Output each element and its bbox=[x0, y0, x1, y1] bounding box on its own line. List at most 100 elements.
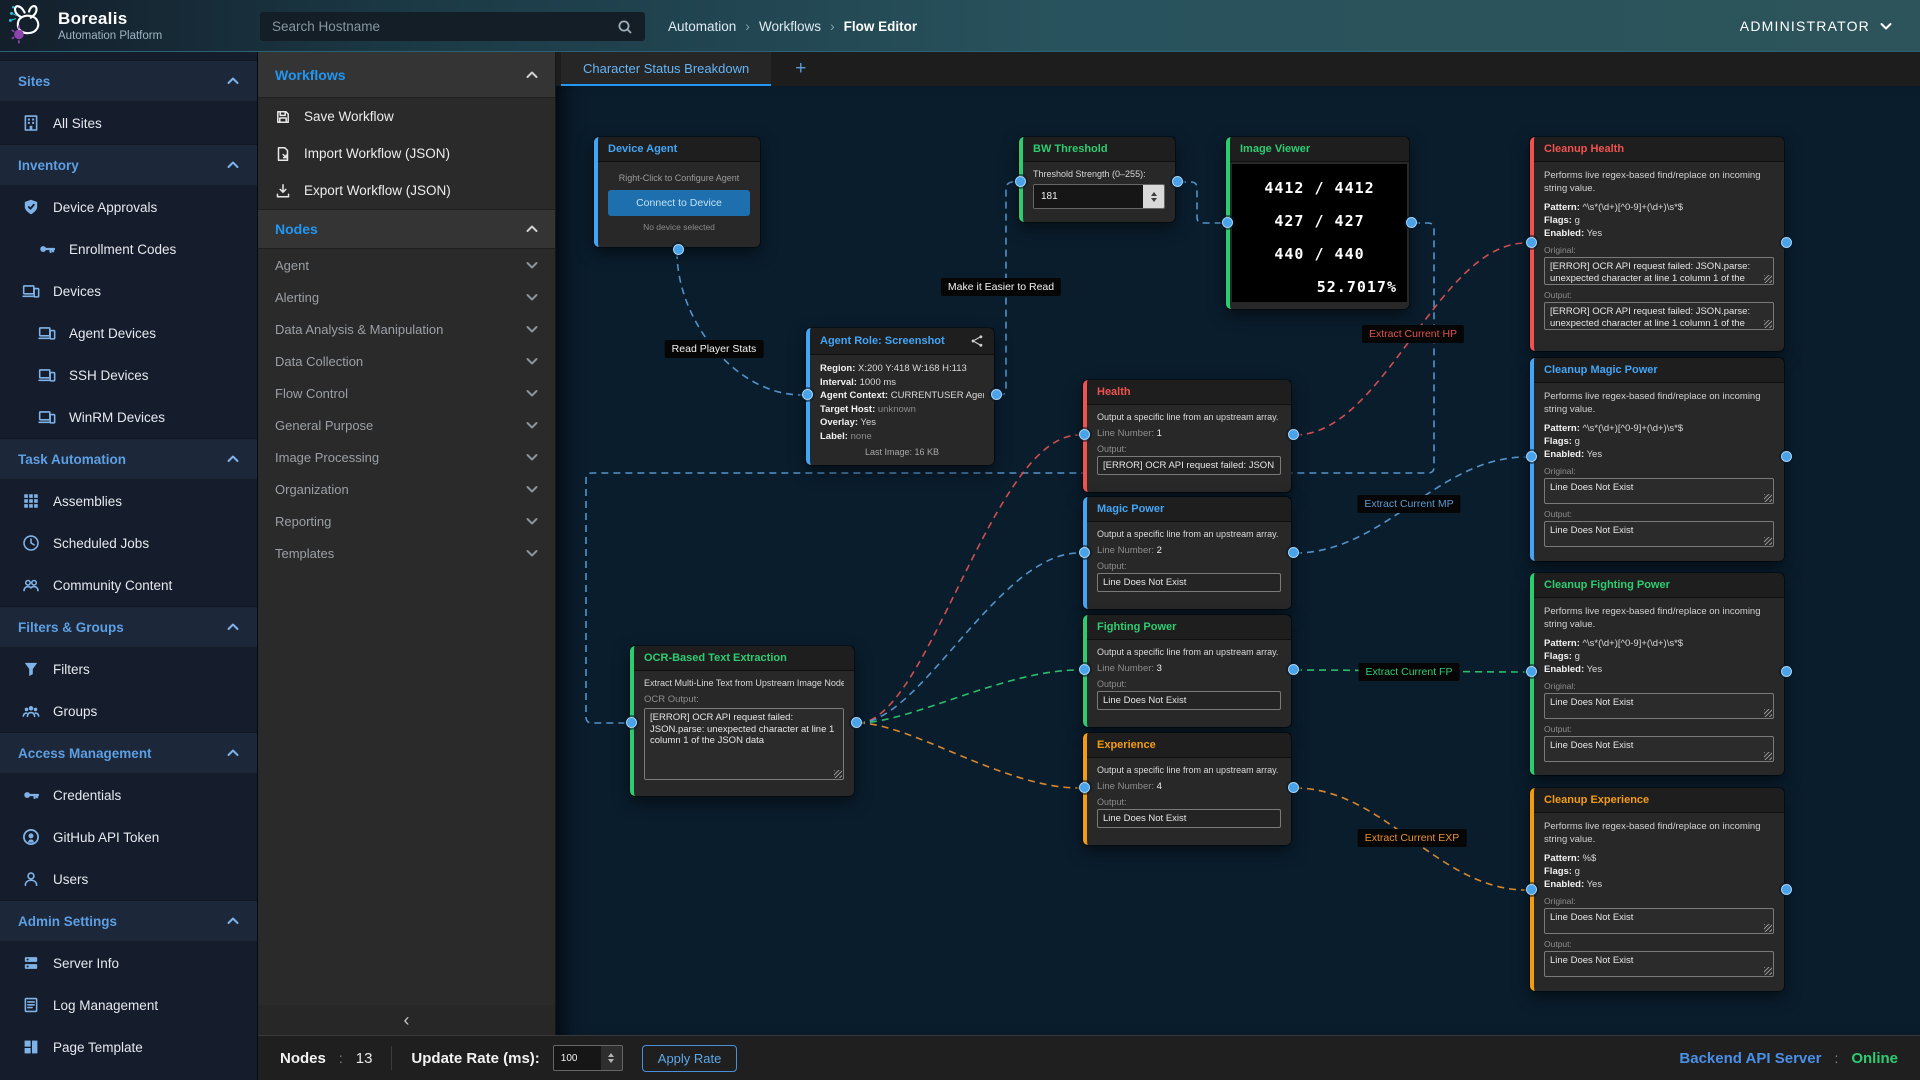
apply-rate-button[interactable]: Apply Rate bbox=[642, 1045, 738, 1072]
output-port[interactable] bbox=[1781, 237, 1792, 248]
output-port[interactable] bbox=[673, 244, 684, 255]
sidebar-item-assemblies[interactable]: Assemblies bbox=[0, 480, 257, 522]
sidebar-item-users[interactable]: Users bbox=[0, 858, 257, 900]
sidebar-section-task-automation[interactable]: Task Automation bbox=[0, 438, 257, 480]
sidebar-item-devices[interactable]: Devices bbox=[0, 270, 257, 312]
collapse-panel-button[interactable]: ‹ bbox=[258, 1005, 555, 1035]
ocr-output-field[interactable]: [ERROR] OCR API request failed: JSON.par… bbox=[644, 708, 844, 780]
sidebar-item-log-management[interactable]: Log Management bbox=[0, 984, 257, 1026]
input-port[interactable] bbox=[1526, 451, 1537, 462]
input-port[interactable] bbox=[1526, 666, 1537, 677]
output-field[interactable]: Line Does Not Exist bbox=[1544, 736, 1774, 762]
node-category-organization[interactable]: Organization bbox=[258, 473, 555, 505]
output-field[interactable] bbox=[1097, 456, 1281, 475]
node-category-data-collection[interactable]: Data Collection bbox=[258, 345, 555, 377]
sidebar-item-scheduled-jobs[interactable]: Scheduled Jobs bbox=[0, 522, 257, 564]
breadcrumb-workflows[interactable]: Workflows bbox=[759, 19, 821, 34]
update-rate-field[interactable] bbox=[554, 1046, 601, 1070]
output-port[interactable] bbox=[1781, 884, 1792, 895]
output-field[interactable]: Line Does Not Exist bbox=[1544, 521, 1774, 547]
node-cleanup-magic-power[interactable]: Cleanup Magic Power Performs live regex-… bbox=[1530, 358, 1784, 561]
output-port[interactable] bbox=[1288, 782, 1299, 793]
output-port[interactable] bbox=[1781, 666, 1792, 677]
export-workflow-button[interactable]: Export Workflow (JSON) bbox=[258, 172, 555, 209]
node-category-image-processing[interactable]: Image Processing bbox=[258, 441, 555, 473]
node-category-agent[interactable]: Agent bbox=[258, 249, 555, 281]
sidebar-item-github-api-token[interactable]: GitHub API Token bbox=[0, 816, 257, 858]
save-workflow-button[interactable]: Save Workflow bbox=[258, 98, 555, 135]
output-field[interactable] bbox=[1097, 691, 1281, 710]
update-rate-input[interactable] bbox=[553, 1045, 623, 1071]
sidebar-section-sites[interactable]: Sites bbox=[0, 60, 257, 102]
node-category-flow-control[interactable]: Flow Control bbox=[258, 377, 555, 409]
connect-to-device-button[interactable]: Connect to Device bbox=[608, 190, 750, 216]
sidebar-item-device-approvals[interactable]: Device Approvals bbox=[0, 186, 257, 228]
node-image-viewer[interactable]: Image Viewer 4412 / 4412 427 / 427 440 /… bbox=[1226, 137, 1409, 309]
node-cleanup-experience[interactable]: Cleanup Experience Performs live regex-b… bbox=[1530, 788, 1784, 991]
sidebar-item-ssh-devices[interactable]: SSH Devices bbox=[0, 354, 257, 396]
original-field[interactable]: Line Does Not Exist bbox=[1544, 478, 1774, 504]
output-port[interactable] bbox=[1781, 451, 1792, 462]
node-device-agent[interactable]: Device Agent Right-Click to Configure Ag… bbox=[594, 137, 760, 247]
input-port[interactable] bbox=[1015, 176, 1026, 187]
threshold-value-field[interactable] bbox=[1034, 185, 1143, 208]
output-port[interactable] bbox=[1288, 664, 1299, 675]
nodes-header[interactable]: Nodes bbox=[258, 209, 555, 249]
output-port[interactable] bbox=[1288, 429, 1299, 440]
brand[interactable]: Borealis Automation Platform bbox=[0, 2, 258, 49]
input-port[interactable] bbox=[802, 389, 813, 400]
node-fighting-power[interactable]: Fighting Power Output a specific line fr… bbox=[1083, 615, 1291, 727]
input-port[interactable] bbox=[1079, 664, 1090, 675]
node-category-templates[interactable]: Templates bbox=[258, 537, 555, 569]
sidebar-item-community-content[interactable]: Community Content bbox=[0, 564, 257, 606]
node-category-data-analysis[interactable]: Data Analysis & Manipulation bbox=[258, 313, 555, 345]
node-category-reporting[interactable]: Reporting bbox=[258, 505, 555, 537]
breadcrumb-automation[interactable]: Automation bbox=[668, 19, 736, 34]
user-menu[interactable]: ADMINISTRATOR bbox=[1740, 0, 1892, 52]
output-field[interactable] bbox=[1097, 573, 1281, 592]
sidebar-section-filters-groups[interactable]: Filters & Groups bbox=[0, 606, 257, 648]
original-field[interactable]: Line Does Not Exist bbox=[1544, 908, 1774, 934]
workflows-header[interactable]: Workflows bbox=[258, 52, 555, 98]
sidebar-item-all-sites[interactable]: All Sites bbox=[0, 102, 257, 144]
share-icon[interactable] bbox=[970, 334, 984, 348]
input-port[interactable] bbox=[1222, 217, 1233, 228]
input-port[interactable] bbox=[1526, 884, 1537, 895]
tab-character-status-breakdown[interactable]: Character Status Breakdown bbox=[561, 52, 771, 86]
sidebar-section-inventory[interactable]: Inventory bbox=[0, 144, 257, 186]
output-field[interactable]: Line Does Not Exist bbox=[1544, 951, 1774, 977]
add-tab-button[interactable]: + bbox=[771, 52, 830, 86]
sidebar-item-winrm-devices[interactable]: WinRM Devices bbox=[0, 396, 257, 438]
node-magic-power[interactable]: Magic Power Output a specific line from … bbox=[1083, 497, 1291, 609]
node-agent-role-screenshot[interactable]: Agent Role: Screenshot Region: X:200 Y:4… bbox=[806, 328, 994, 465]
input-port[interactable] bbox=[626, 717, 637, 728]
import-workflow-button[interactable]: Import Workflow (JSON) bbox=[258, 135, 555, 172]
node-health[interactable]: Health Output a specific line from an up… bbox=[1083, 380, 1291, 492]
sidebar-section-admin-settings[interactable]: Admin Settings bbox=[0, 900, 257, 942]
sidebar-item-groups[interactable]: Groups bbox=[0, 690, 257, 732]
output-port[interactable] bbox=[1172, 176, 1183, 187]
input-port[interactable] bbox=[1079, 429, 1090, 440]
original-field[interactable]: Line Does Not Exist bbox=[1544, 693, 1774, 719]
output-port[interactable] bbox=[991, 389, 1002, 400]
search-input[interactable] bbox=[260, 19, 617, 34]
node-ocr-text-extraction[interactable]: OCR-Based Text Extraction Extract Multi-… bbox=[630, 646, 854, 796]
threshold-input[interactable] bbox=[1033, 184, 1165, 209]
output-port[interactable] bbox=[1288, 547, 1299, 558]
number-stepper[interactable] bbox=[601, 1046, 622, 1070]
output-port[interactable] bbox=[1406, 217, 1417, 228]
input-port[interactable] bbox=[1526, 237, 1537, 248]
number-stepper[interactable] bbox=[1143, 185, 1164, 208]
sidebar-item-page-template[interactable]: Page Template bbox=[0, 1026, 257, 1068]
sidebar-section-access-management[interactable]: Access Management bbox=[0, 732, 257, 774]
sidebar-item-server-info[interactable]: Server Info bbox=[0, 942, 257, 984]
output-port[interactable] bbox=[851, 717, 862, 728]
output-field[interactable]: [ERROR] OCR API request failed: JSON.par… bbox=[1544, 302, 1774, 330]
node-category-alerting[interactable]: Alerting bbox=[258, 281, 555, 313]
node-cleanup-health[interactable]: Cleanup Health Performs live regex-based… bbox=[1530, 137, 1784, 351]
node-cleanup-fighting-power[interactable]: Cleanup Fighting Power Performs live reg… bbox=[1530, 573, 1784, 775]
node-bw-threshold[interactable]: BW Threshold Threshold Strength (0–255): bbox=[1019, 137, 1175, 222]
sidebar-item-credentials[interactable]: Credentials bbox=[0, 774, 257, 816]
node-category-general-purpose[interactable]: General Purpose bbox=[258, 409, 555, 441]
output-field[interactable] bbox=[1097, 809, 1281, 828]
